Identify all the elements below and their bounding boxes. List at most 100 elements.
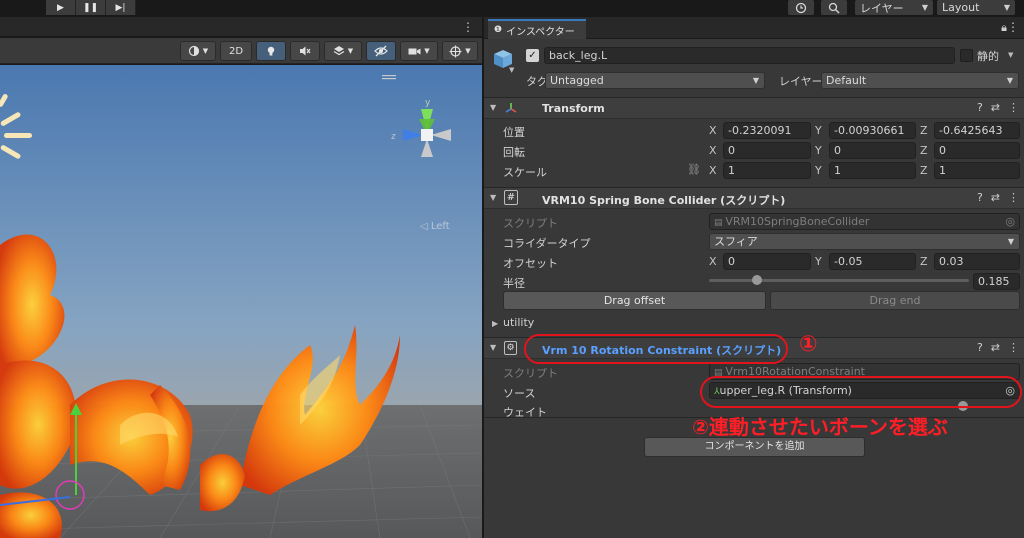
scale-x-field[interactable]: 1 [723,162,811,179]
scene-visibility-toggle[interactable] [366,41,396,61]
script-file-icon: ▤ [714,218,726,228]
tab-inspector[interactable]: ❶ インスペクター [488,19,586,39]
add-component-button[interactable]: コンポーネントを追加 [644,437,865,457]
annotation-step1: ① [799,332,818,357]
radius-slider-track[interactable] [709,275,969,285]
rotation-z-field[interactable]: 0 [934,142,1020,159]
history-icon [795,2,807,13]
offset-z-field[interactable]: 0.03 [934,253,1020,270]
gizmo-axis-y: y [425,98,431,108]
offset-x-field[interactable]: 0 [723,253,811,270]
lighting-toggle[interactable] [256,41,286,61]
more-options-icon[interactable]: ⋮ [1008,101,1019,114]
layout-dropdown[interactable]: Layout ▼ [937,0,1015,15]
radius-slider-thumb[interactable] [752,275,763,285]
scale-y-field[interactable]: 1 [829,162,916,179]
offset-y-field[interactable]: -0.05 [829,253,916,270]
drag-offset-button[interactable]: Drag offset [503,291,766,310]
collider-header[interactable]: ▼ # VRM10 Spring Bone Collider (スクリプト) ?… [484,187,1024,209]
script-icon: ⚙ [504,341,517,355]
scene-viewport[interactable]: y z ◁ Left [0,65,482,538]
more-options-icon[interactable]: ⋮ [462,20,474,34]
layer-dropdown[interactable]: Default ▼ [821,72,1019,89]
object-name-field[interactable]: back_leg.L [544,47,955,64]
chevron-down-icon: ▼ [465,47,471,55]
transform-header[interactable]: ▼ Transform ? ⇄ ⋮ [484,97,1024,119]
pause-button[interactable]: ❚❚ [76,0,106,15]
playback-controls: ▶ ❚❚ ▶| [46,0,136,15]
position-x-field[interactable]: -0.2320091 [723,122,811,139]
position-z-field[interactable]: -0.6425643 [934,122,1020,139]
more-options-icon[interactable]: ⋮ [1008,341,1019,354]
position-y-field[interactable]: -0.00930661 [829,122,916,139]
mode-2d-button[interactable]: 2D [220,41,252,61]
active-checkbox[interactable]: ✓ [526,49,539,62]
more-options-icon[interactable]: ⋮ [1007,20,1019,34]
layers-dropdown[interactable]: レイヤー ▼ [855,0,933,15]
undo-history-button[interactable] [788,0,814,15]
scale-z-field[interactable]: 1 [934,162,1020,179]
chevron-down-icon[interactable]: ▼ [509,66,514,74]
inspector-tab-bar: ❶ インスペクター 🔒︎ ⋮ [484,17,1024,39]
axis-z-label: Z [920,164,928,177]
scene-toolbar: ▼ 2D ▼ ▼ ▼ [0,38,482,64]
radius-field[interactable]: 0.185 [973,273,1020,290]
play-button[interactable]: ▶ [46,0,76,15]
utility-foldout[interactable]: utility [503,316,534,329]
search-button[interactable] [821,0,847,15]
help-icon[interactable]: ? [977,341,983,354]
scale-label: スケール [503,166,547,179]
gizmos-dropdown[interactable]: ▼ [442,41,478,61]
audio-toggle[interactable] [290,41,320,61]
tag-value: Untagged [550,74,604,87]
chevron-down-icon: ▼ [490,343,497,352]
chevron-down-icon: ▼ [347,47,354,55]
axis-y-label: Y [815,144,822,157]
shading-icon [188,45,199,57]
static-checkbox[interactable] [960,49,973,62]
gizmo-view-label[interactable]: ◁ Left [420,221,450,232]
layout-label: Layout [942,1,980,14]
layers-icon [333,46,345,56]
chevron-down-icon: ▼ [490,193,497,202]
info-icon: ❶ [494,25,503,35]
tab-inspector-label: インスペクター [506,26,575,38]
rotation-y-field[interactable]: 0 [829,142,916,159]
position-label: 位置 [503,126,525,139]
rotation-label: 回転 [503,146,525,159]
annotation-oval-component [524,334,788,364]
source-label: ソース [503,387,536,400]
axis-z-label: Z [920,255,928,268]
tag-dropdown[interactable]: Untagged ▼ [545,72,765,89]
axis-y-label: Y [815,124,822,137]
chevron-down-icon: ▼ [202,47,209,55]
layer-value: Default [826,74,867,87]
help-icon[interactable]: ? [977,191,983,204]
speaker-muted-icon [300,46,311,56]
preset-icon[interactable]: ⇄ [991,191,1000,204]
lightbulb-icon [267,46,275,56]
preset-icon[interactable]: ⇄ [991,341,1000,354]
transform-icon [505,103,517,113]
link-icon[interactable]: ⛓ [687,163,701,176]
collider-type-dropdown[interactable]: スフィア ▼ [709,233,1020,250]
drag-end-button[interactable]: Drag end [770,291,1020,310]
chevron-down-icon: ▼ [1003,3,1010,12]
step-button[interactable]: ▶| [106,0,136,15]
axis-y-label: Y [815,164,822,177]
more-options-icon[interactable]: ⋮ [1008,191,1019,204]
chevron-right-icon[interactable]: ▶ [492,319,498,328]
rotation-x-field[interactable]: 0 [723,142,811,159]
preset-icon[interactable]: ⇄ [991,101,1000,114]
draw-mode-dropdown[interactable]: ▼ [180,41,216,61]
help-icon[interactable]: ? [977,101,983,114]
chevron-down-icon: ▼ [1007,237,1014,246]
collider-title: VRM10 Spring Bone Collider (スクリプト) [542,194,786,207]
step-icon: ▶| [115,2,126,13]
effects-dropdown[interactable]: ▼ [324,41,362,61]
camera-dropdown[interactable]: ▼ [400,41,438,61]
chevron-down-icon[interactable]: ▼ [1008,51,1013,59]
chevron-down-icon: ▼ [424,47,430,55]
transform-title: Transform [542,102,605,115]
axis-y-label: Y [815,255,822,268]
